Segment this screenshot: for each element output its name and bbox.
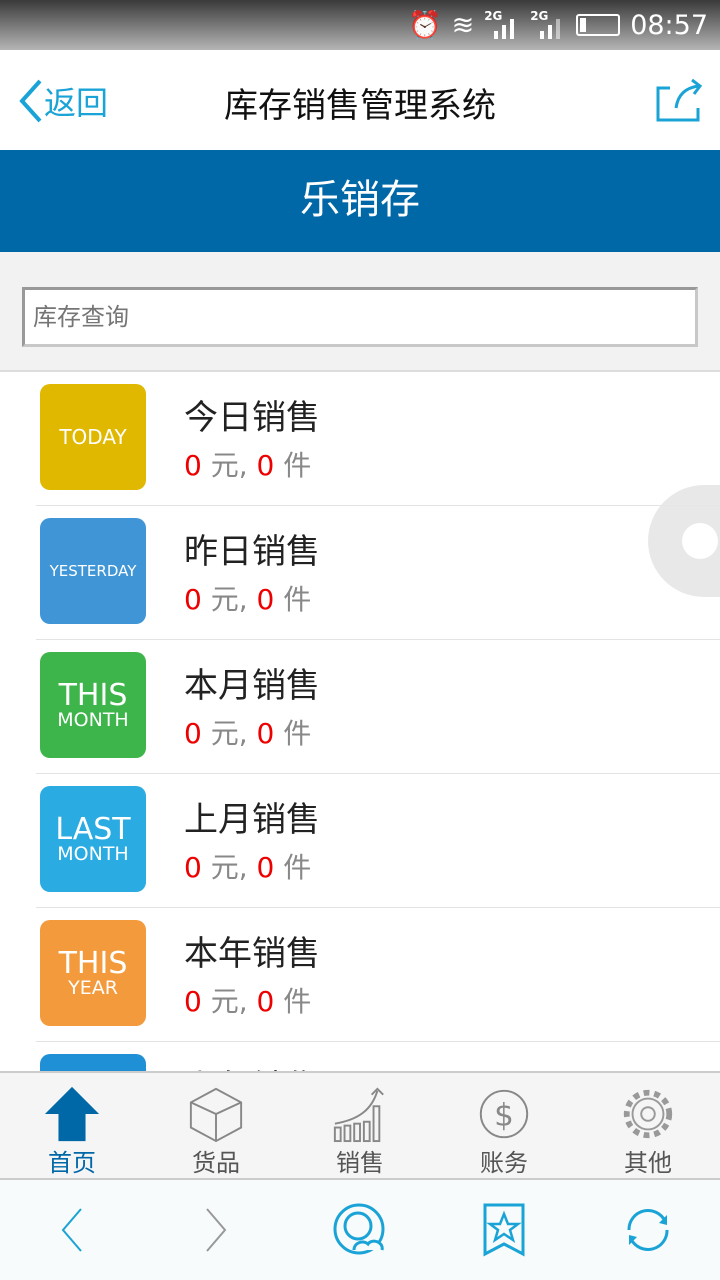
count-unit: 件 [283, 985, 312, 1018]
tab-label: 其他 [624, 1149, 672, 1177]
count-unit: 件 [283, 583, 312, 616]
period-badge-icon: THIS YEAR [40, 920, 146, 1026]
amount-value: 0 [184, 985, 202, 1018]
count-unit: 件 [283, 851, 312, 884]
count-value: 0 [256, 985, 275, 1018]
banner-title: 乐销存 [0, 150, 720, 252]
status-bar: ⏰ ≋ 2G 2G 08:57 [0, 0, 720, 50]
list-item[interactable]: YESTERDAY 昨日销售 0 元, 0 件 [36, 506, 720, 640]
list-item[interactable]: 上年销售 [36, 1042, 720, 1071]
item-title: 上月销售 [184, 800, 320, 840]
item-title: 本年销售 [184, 934, 320, 974]
item-values: 0 元, 0 件 [184, 980, 311, 1020]
wifi-icon: ≋ [451, 9, 475, 41]
count-value: 0 [256, 449, 275, 482]
amount-value: 0 [184, 583, 202, 616]
box-icon [189, 1087, 243, 1143]
item-values: 0 元, 0 件 [184, 578, 311, 618]
browser-back-button[interactable] [0, 1205, 144, 1255]
search-input[interactable] [22, 287, 698, 347]
period-badge-icon: YESTERDAY [40, 518, 146, 624]
amount-unit: 元, [210, 583, 248, 616]
alarm-icon: ⏰ [407, 10, 442, 41]
item-title: 昨日销售 [184, 532, 320, 572]
sales-list: TODAY 今日销售 0 元, 0 件 YESTERDAY 昨日销售 0 元, 0… [0, 372, 720, 1071]
refresh-icon [627, 1208, 669, 1252]
signal-icon: 2G [530, 9, 566, 41]
item-values: 0 元, 0 件 [184, 846, 311, 886]
network-type: 2G [484, 9, 503, 23]
browser-refresh-button[interactable] [576, 1205, 720, 1255]
tab-bar: 首页 货品 销售 $ 账务 其他 [0, 1071, 720, 1180]
tab-label: 货品 [192, 1149, 240, 1177]
amount-unit: 元, [210, 717, 248, 750]
network-type: 2G [530, 9, 549, 23]
list-item[interactable]: THIS YEAR 本年销售 0 元, 0 件 [36, 908, 720, 1042]
amount-unit: 元, [210, 449, 248, 482]
chart-icon [333, 1087, 384, 1143]
amount-unit: 元, [210, 985, 248, 1018]
browser-bookmark-button[interactable] [432, 1202, 576, 1258]
browser-forward-button[interactable] [144, 1205, 288, 1255]
list-item[interactable]: LAST MONTH 上月销售 0 元, 0 件 [36, 774, 720, 908]
dollar-icon: $ [479, 1089, 529, 1139]
badge-text: YESTERDAY [49, 561, 137, 580]
chevron-left-icon [61, 1208, 82, 1252]
tab-label: 首页 [48, 1149, 96, 1177]
share-icon[interactable] [654, 78, 704, 124]
item-values: 0 元, 0 件 [184, 712, 311, 752]
tab-label: 销售 [336, 1149, 384, 1177]
cloud-search-icon [333, 1203, 385, 1255]
gear-icon [623, 1089, 673, 1139]
chevron-right-icon [206, 1208, 227, 1252]
amount-unit: 元, [210, 851, 248, 884]
item-title: 本月销售 [184, 666, 320, 706]
item-values: 0 元, 0 件 [184, 444, 311, 484]
browser-toolbar [0, 1180, 720, 1280]
signal-icon: 2G [484, 9, 520, 41]
tab-accounts[interactable]: $ 账务 [432, 1073, 576, 1178]
badge-text: THIS [58, 677, 128, 713]
list-item[interactable]: THIS MONTH 本月销售 0 元, 0 件 [36, 640, 720, 774]
count-unit: 件 [283, 449, 312, 482]
badge-text: THIS [58, 945, 128, 981]
item-title: 上年销售 [184, 1060, 320, 1071]
count-value: 0 [256, 717, 275, 750]
amount-value: 0 [184, 851, 202, 884]
period-badge-icon: TODAY [40, 384, 146, 490]
tab-home[interactable]: 首页 [0, 1073, 144, 1178]
amount-value: 0 [184, 717, 202, 750]
period-badge-icon: THIS MONTH [40, 652, 146, 758]
badge-subtext: YEAR [68, 976, 118, 999]
badge-text: LAST [55, 811, 131, 847]
app-header: 返回 库存销售管理系统 [0, 50, 720, 150]
count-unit: 件 [283, 717, 312, 750]
amount-value: 0 [184, 449, 202, 482]
item-title: 今日销售 [184, 398, 320, 438]
list-item[interactable]: TODAY 今日销售 0 元, 0 件 [36, 372, 720, 506]
badge-subtext: MONTH [57, 842, 129, 865]
svg-text:$: $ [494, 1098, 514, 1134]
period-badge-icon [40, 1054, 146, 1071]
tab-sales[interactable]: 销售 [288, 1073, 432, 1178]
tab-label: 账务 [480, 1149, 528, 1177]
badge-text: TODAY [59, 425, 127, 449]
count-value: 0 [256, 851, 275, 884]
tab-goods[interactable]: 货品 [144, 1073, 288, 1178]
badge-subtext: MONTH [57, 708, 129, 731]
tab-other[interactable]: 其他 [576, 1073, 720, 1178]
count-value: 0 [256, 583, 275, 616]
browser-home-button[interactable] [288, 1202, 432, 1258]
bookmark-star-icon [483, 1203, 525, 1257]
clock: 08:57 [630, 9, 708, 41]
search-area [0, 252, 720, 372]
period-badge-icon: LAST MONTH [40, 786, 146, 892]
page-title: 库存销售管理系统 [224, 86, 496, 126]
battery-icon [576, 14, 621, 36]
home-icon [44, 1086, 100, 1142]
